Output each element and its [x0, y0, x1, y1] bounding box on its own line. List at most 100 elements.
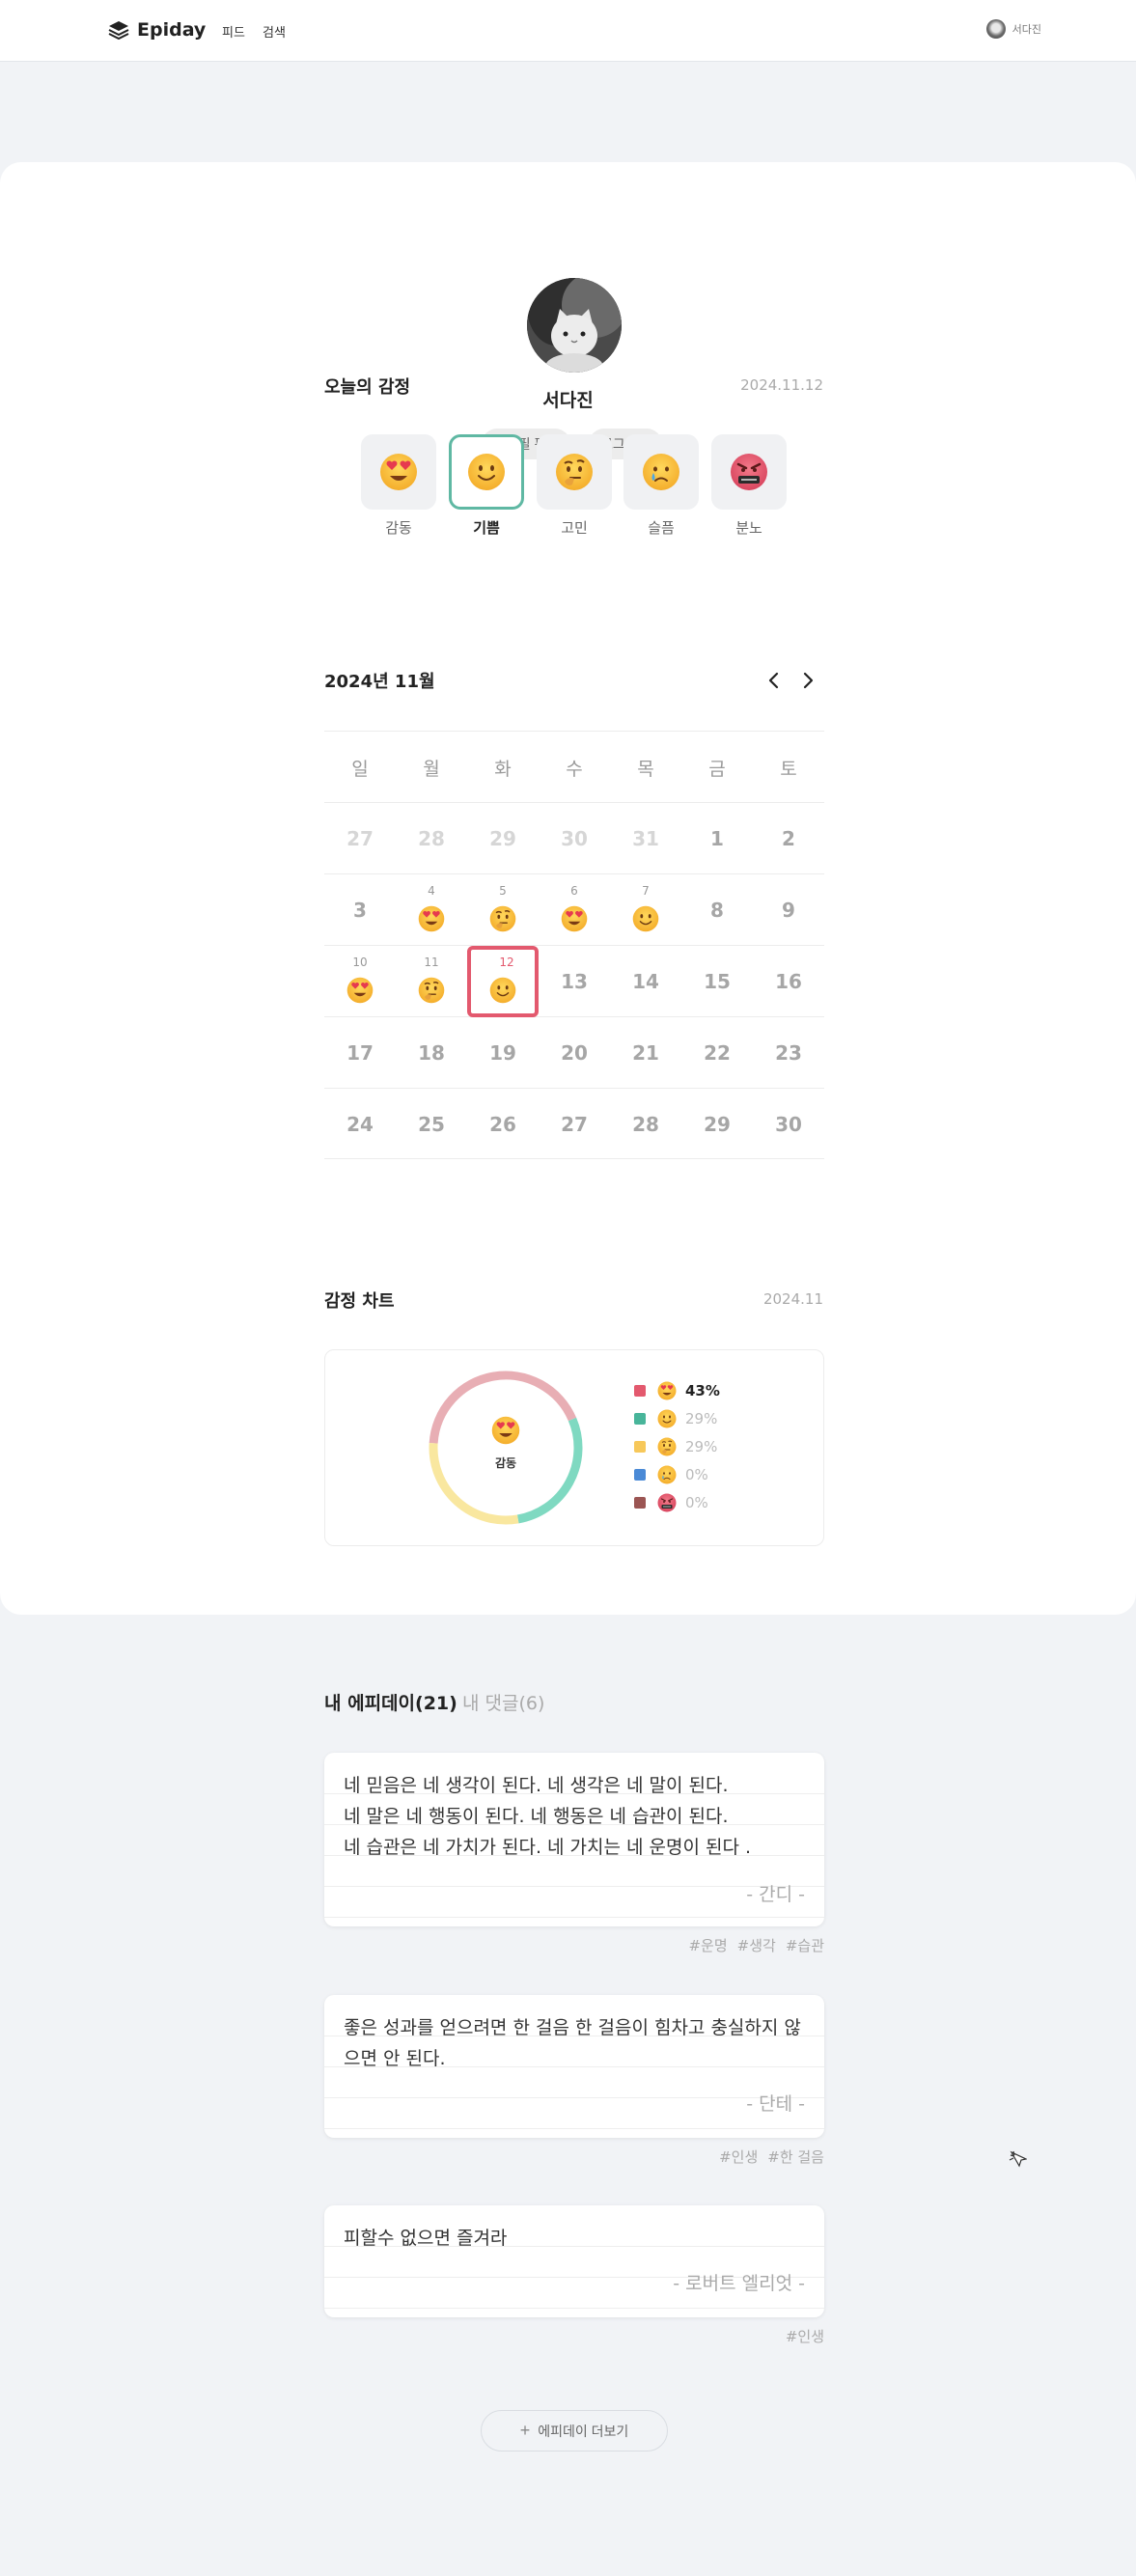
day-number: 18: [418, 1041, 445, 1065]
nav-search[interactable]: 검색: [263, 22, 286, 41]
calendar-day[interactable]: 27: [539, 1089, 610, 1160]
day-number: 16: [775, 970, 802, 993]
heart-eyes-face-icon: [657, 1381, 677, 1400]
day-number: 6: [570, 884, 578, 898]
legend-swatch: [634, 1497, 646, 1509]
emotion-option-worry[interactable]: [537, 434, 612, 510]
day-number: 29: [489, 827, 516, 850]
calendar-day[interactable]: 25: [396, 1089, 467, 1160]
calendar-day[interactable]: 22: [681, 1017, 753, 1089]
calendar-day[interactable]: 15: [681, 946, 753, 1017]
emotion-option-angry[interactable]: [711, 434, 787, 510]
calendar-day[interactable]: 21: [610, 1017, 681, 1089]
calendar-day[interactable]: 17: [324, 1017, 396, 1089]
calendar-day[interactable]: 13: [539, 946, 610, 1017]
load-more-label: 에피데이 더보기: [538, 2423, 629, 2439]
plus-icon: +: [519, 2421, 531, 2440]
epiday-author: - 로버트 엘리엇 -: [673, 2273, 805, 2294]
calendar-week: 10 11 12 13 14 15 16: [324, 945, 824, 1017]
nav-feed[interactable]: 피드: [222, 22, 245, 41]
calendar-day[interactable]: 19: [467, 1017, 539, 1089]
calendar-day[interactable]: 30: [753, 1089, 824, 1160]
quote-line: 으면 안 된다.: [344, 2048, 446, 2069]
calendar-day[interactable]: 7: [610, 874, 681, 946]
quote-line: 네 믿음은 네 생각이 된다. 네 생각은 네 말이 된다.: [344, 1775, 729, 1796]
legend-swatch: [634, 1413, 646, 1425]
calendar-day[interactable]: 2: [753, 803, 824, 874]
emotion-option-joy[interactable]: [449, 434, 524, 510]
calendar-day[interactable]: 9: [753, 874, 824, 946]
calendar-day[interactable]: 4: [396, 874, 467, 946]
day-number: 3: [353, 899, 367, 922]
epiday-card[interactable]: 피할수 없으면 즐겨라 - 로버트 엘리엇 -: [324, 2205, 824, 2317]
tab-my-comments[interactable]: 내 댓글(6): [462, 1689, 544, 1715]
load-more-button[interactable]: + 에피데이 더보기: [481, 2410, 668, 2451]
calendar-day[interactable]: 23: [753, 1017, 824, 1089]
calendar-day[interactable]: 31: [610, 803, 681, 874]
day-number: 30: [561, 827, 588, 850]
day-number: 25: [418, 1113, 445, 1136]
tag[interactable]: #운명: [688, 1935, 727, 1955]
calendar-day[interactable]: 11: [396, 946, 467, 1017]
legend-item: 43%: [634, 1381, 720, 1400]
calendar-day[interactable]: 3: [324, 874, 396, 946]
quote-line: 네 말은 네 행동이 된다. 네 행동은 네 습관이 된다.: [344, 1806, 729, 1827]
emotion-label: 분노: [735, 519, 762, 537]
epiday-quote: 피할수 없으면 즐겨라: [344, 2223, 805, 2254]
day-number: 7: [642, 884, 650, 898]
epiday-card[interactable]: 좋은 성과를 얻으려면 한 걸음 한 걸음이 힘차고 충실하지 않 으면 안 된…: [324, 1995, 824, 2138]
calendar-day[interactable]: 16: [753, 946, 824, 1017]
crying-face-icon: [657, 1465, 677, 1484]
smiling-face-icon: [467, 453, 506, 491]
calendar-day[interactable]: 26: [467, 1089, 539, 1160]
day-number: 27: [561, 1113, 588, 1136]
legend-item: 29%: [634, 1437, 717, 1456]
calendar-day-today[interactable]: 12: [467, 946, 539, 1017]
calendar-day[interactable]: 30: [539, 803, 610, 874]
tab-my-epidays[interactable]: 내 에피데이(21): [324, 1689, 457, 1715]
tag[interactable]: #인생: [786, 2326, 824, 2346]
avatar: [985, 19, 1006, 39]
tag[interactable]: #한 걸음: [767, 2147, 824, 2167]
calendar-day[interactable]: 28: [610, 1089, 681, 1160]
calendar-day[interactable]: 5: [467, 874, 539, 946]
header-user-menu[interactable]: 서다진: [985, 19, 1041, 39]
day-number: 4: [428, 884, 435, 898]
calendar-day[interactable]: 1: [681, 803, 753, 874]
calendar-day[interactable]: 8: [681, 874, 753, 946]
calendar-day[interactable]: 6: [539, 874, 610, 946]
epiday-card[interactable]: 네 믿음은 네 생각이 된다. 네 생각은 네 말이 된다. 네 말은 네 행동…: [324, 1753, 824, 1926]
calendar-day[interactable]: 28: [396, 803, 467, 874]
calendar-day[interactable]: 14: [610, 946, 681, 1017]
weekday-label: 목: [637, 758, 654, 780]
emotion-option-sad[interactable]: [623, 434, 699, 510]
chevron-left-icon[interactable]: [763, 670, 785, 691]
weekday-label: 일: [351, 758, 369, 780]
calendar-day[interactable]: 24: [324, 1089, 396, 1160]
legend-item: 0%: [634, 1493, 708, 1512]
calendar-day[interactable]: 29: [681, 1089, 753, 1160]
tag[interactable]: #인생: [719, 2147, 758, 2167]
calendar-day[interactable]: 10: [324, 946, 396, 1017]
day-number: 14: [632, 970, 659, 993]
brand-logo[interactable]: Epiday: [108, 19, 206, 41]
epiday-quote: 네 믿음은 네 생각이 된다. 네 생각은 네 말이 된다. 네 말은 네 행동…: [344, 1770, 805, 1863]
epiday-tags: #운명 #생각 #습관: [688, 1935, 824, 1955]
calendar-week: 17 18 19 20 21 22 23: [324, 1016, 824, 1088]
day-number: 1: [710, 827, 724, 850]
calendar-day[interactable]: 20: [539, 1017, 610, 1089]
day-number: 17: [346, 1041, 374, 1065]
legend-percent: 29%: [685, 1410, 718, 1427]
calendar-day[interactable]: 27: [324, 803, 396, 874]
tag[interactable]: #생각: [737, 1935, 776, 1955]
header-user-name: 서다진: [1011, 23, 1041, 36]
emotion-chart-period: 2024.11: [762, 1290, 823, 1308]
calendar-day[interactable]: 18: [396, 1017, 467, 1089]
legend-percent: 43%: [685, 1382, 720, 1399]
calendar-day[interactable]: 29: [467, 803, 539, 874]
day-number: 10: [352, 956, 368, 969]
epiday-tags: #인생 #한 걸음: [719, 2147, 824, 2167]
chevron-right-icon[interactable]: [797, 670, 818, 691]
emotion-option-love[interactable]: [361, 434, 436, 510]
tag[interactable]: #습관: [786, 1935, 824, 1955]
